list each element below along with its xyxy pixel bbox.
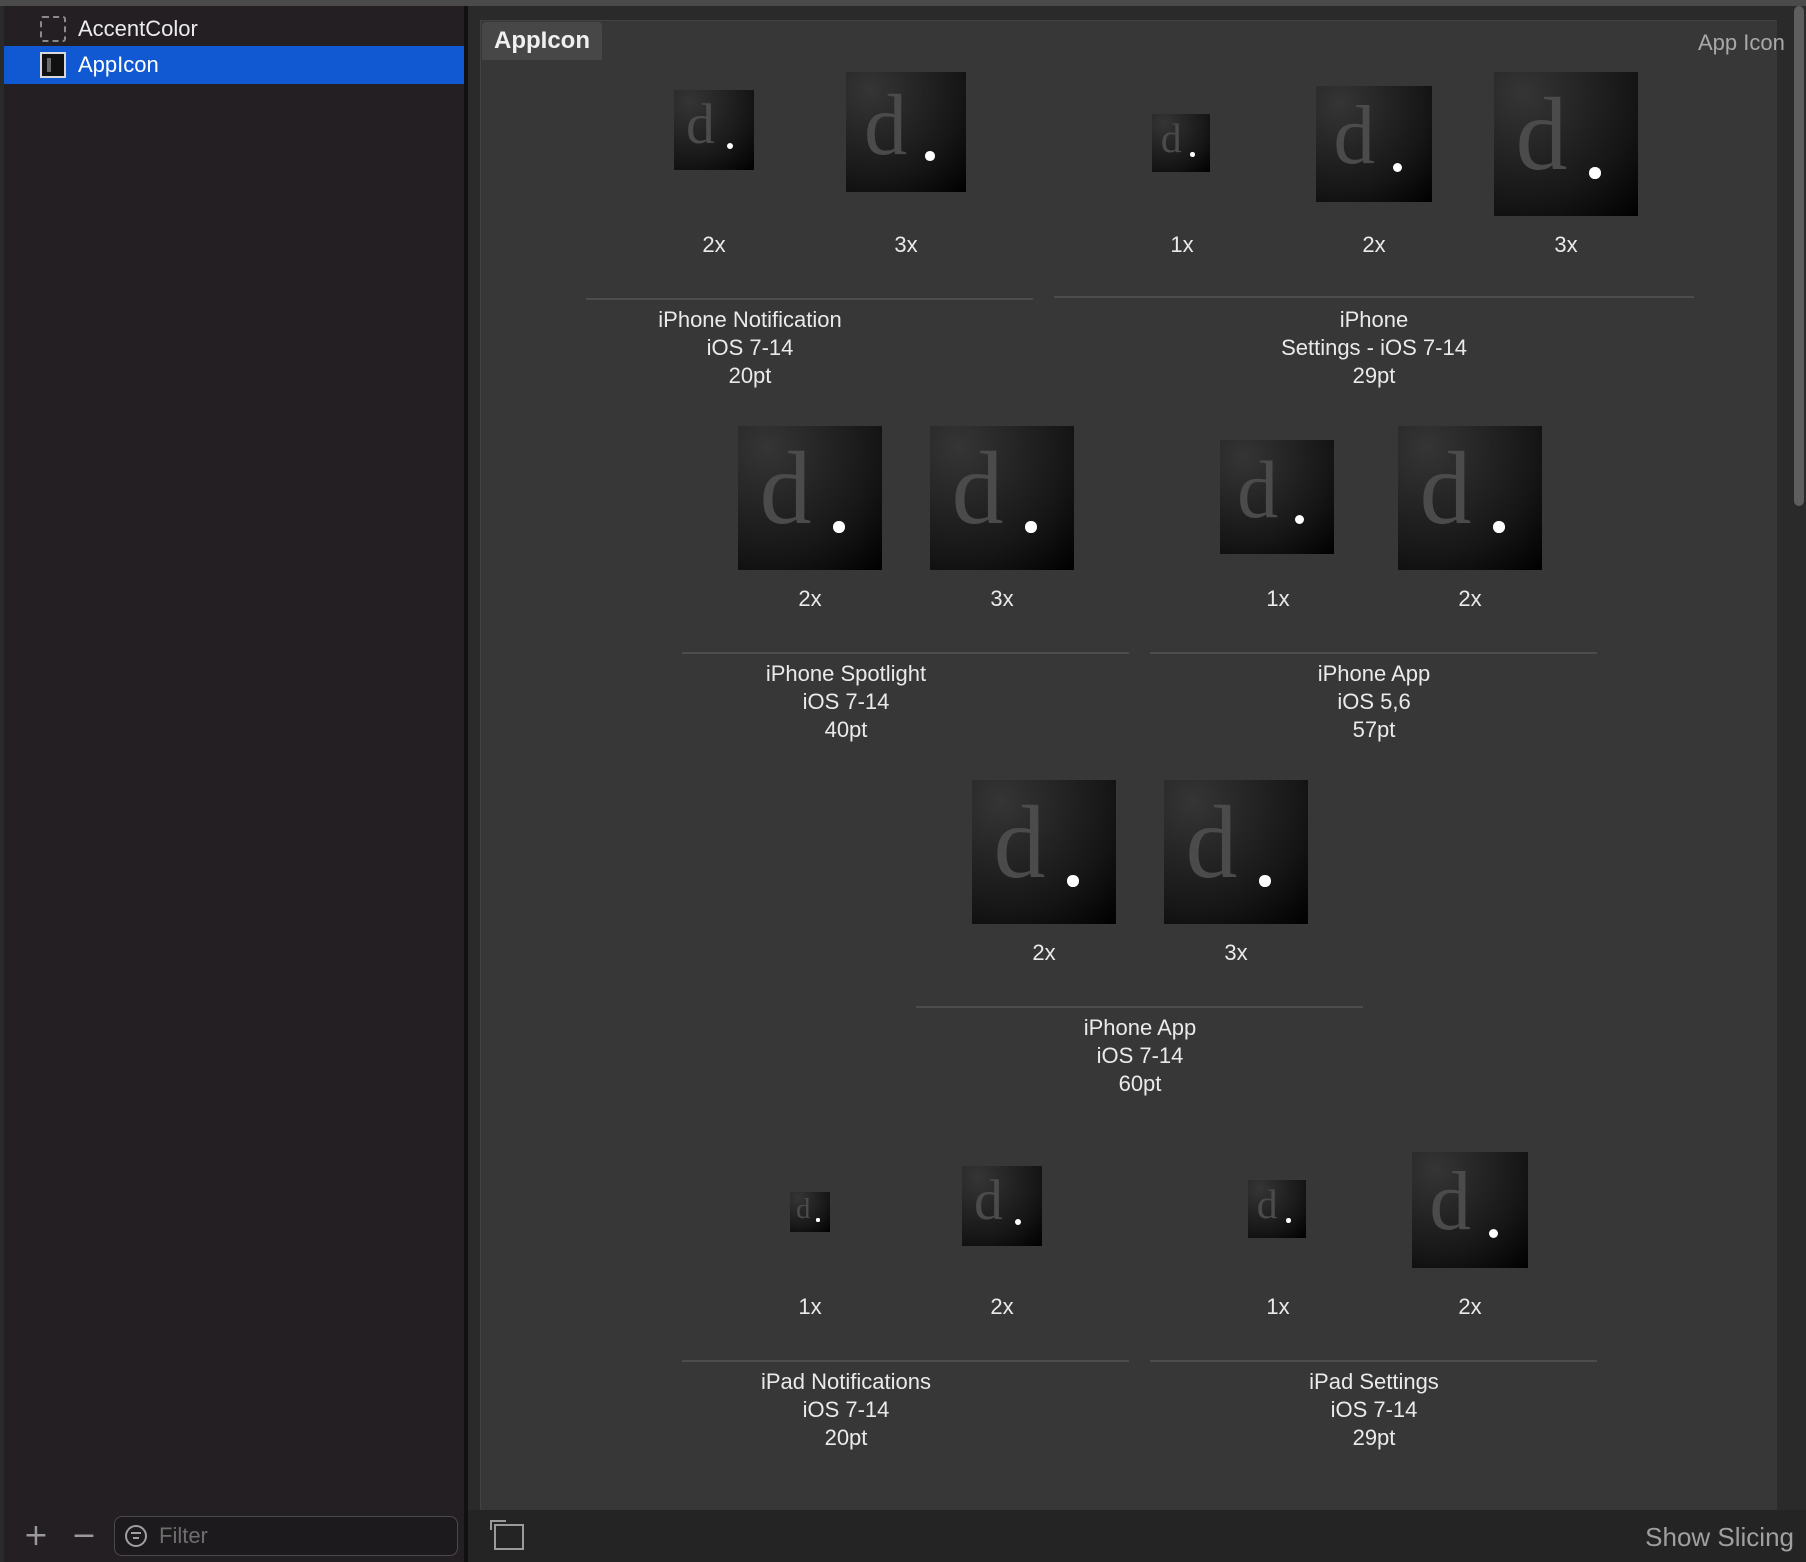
color-set-icon bbox=[40, 16, 66, 42]
add-asset-button[interactable]: + bbox=[18, 1518, 54, 1553]
app-icon-image[interactable]: d bbox=[962, 1166, 1042, 1246]
icon-glyph: d bbox=[864, 76, 908, 173]
icon-group-title: iPad Settings iOS 7-14 29pt bbox=[1309, 1369, 1439, 1450]
group-divider bbox=[916, 1006, 1363, 1008]
icon-glyph: d bbox=[951, 431, 1004, 546]
group-divider bbox=[682, 652, 1129, 654]
icon-group-title: iPhone App iOS 5,6 57pt bbox=[1317, 661, 1431, 742]
icon-dot bbox=[1295, 515, 1305, 525]
icon-glyph: d bbox=[1237, 444, 1279, 536]
asset-sidebar: AccentColor AppIcon bbox=[0, 6, 466, 1562]
icon-dot bbox=[1067, 875, 1079, 887]
app-icon-image[interactable]: d bbox=[930, 426, 1074, 570]
icon-dot bbox=[1286, 1218, 1291, 1223]
app-icon-image[interactable]: d bbox=[1220, 440, 1334, 554]
sidebar-item-accentcolor[interactable]: AccentColor bbox=[4, 10, 464, 48]
icon-dot bbox=[1488, 1228, 1498, 1238]
scale-label: 2x bbox=[990, 1294, 1014, 1319]
app-icon-image[interactable]: d bbox=[738, 426, 882, 570]
icon-dot bbox=[1493, 521, 1505, 533]
app-icon-image[interactable]: d bbox=[674, 90, 754, 170]
icon-dot bbox=[1259, 875, 1271, 887]
vertical-scrollbar[interactable] bbox=[1794, 6, 1804, 506]
icon-dot bbox=[833, 521, 845, 533]
scale-label: 1x bbox=[1170, 232, 1194, 257]
app-icon-set-icon bbox=[40, 52, 66, 78]
scale-label: 3x bbox=[990, 586, 1014, 611]
icon-dot bbox=[1190, 152, 1195, 157]
filter-field[interactable] bbox=[114, 1516, 458, 1556]
icon-dot bbox=[925, 151, 935, 161]
sidebar-bottom-bar: + − bbox=[4, 1510, 464, 1562]
scale-label: 2x bbox=[1458, 586, 1482, 611]
app-icon-image[interactable]: d bbox=[1412, 1152, 1528, 1268]
scale-label: 2x bbox=[798, 586, 822, 611]
icon-group-title: iPhone Spotlight iOS 7-14 40pt bbox=[765, 661, 927, 742]
app-icon-image[interactable]: d bbox=[1152, 114, 1210, 172]
icon-glyph: d bbox=[1160, 115, 1182, 162]
scale-label: 2x bbox=[702, 232, 726, 257]
app-icon-image[interactable]: d bbox=[790, 1192, 830, 1232]
app-icon-image[interactable]: d bbox=[972, 780, 1116, 924]
scale-label: 2x bbox=[1032, 940, 1056, 965]
icon-glyph: d bbox=[1515, 77, 1568, 192]
icon-group-title: iPhone Settings - iOS 7-14 29pt bbox=[1281, 307, 1467, 388]
group-divider bbox=[682, 1360, 1129, 1362]
scale-label: 2x bbox=[1458, 1294, 1482, 1319]
icon-glyph: d bbox=[796, 1193, 811, 1226]
editor-bottom-bar: Show Slicing bbox=[468, 1510, 1806, 1562]
icon-glyph: d bbox=[686, 93, 715, 157]
icon-group-title: iPad Notifications iOS 7-14 20pt bbox=[761, 1369, 931, 1450]
scale-label: 1x bbox=[1266, 1294, 1290, 1319]
app-icon-image[interactable]: d bbox=[846, 72, 966, 192]
scale-label: 3x bbox=[1224, 940, 1248, 965]
scale-label: 3x bbox=[1554, 232, 1578, 257]
set-name-tab: AppIcon bbox=[482, 22, 602, 60]
sidebar-item-appicon[interactable]: AppIcon bbox=[4, 46, 464, 84]
group-divider bbox=[586, 298, 1033, 300]
icon-glyph: d bbox=[993, 785, 1046, 900]
icon-dot bbox=[726, 142, 734, 150]
group-divider bbox=[1054, 296, 1694, 298]
icon-glyph: d bbox=[1333, 90, 1376, 183]
icon-glyph: d bbox=[1419, 431, 1472, 546]
asset-editor: AppIcon App Icon d 2x d 3x iPhone Notificati… bbox=[468, 6, 1806, 1510]
sidebar-edge bbox=[0, 6, 4, 1562]
show-slicing-button[interactable]: Show Slicing bbox=[1645, 1522, 1794, 1553]
icon-glyph: d bbox=[974, 1169, 1003, 1233]
scale-label: 2x bbox=[1362, 232, 1386, 257]
app-icon-image[interactable]: d bbox=[1248, 1180, 1306, 1238]
filter-input[interactable] bbox=[157, 1522, 441, 1550]
group-divider bbox=[1150, 1360, 1597, 1362]
set-type-label: App Icon bbox=[1698, 30, 1785, 55]
icon-dot bbox=[1014, 1218, 1022, 1226]
slicing-icon[interactable] bbox=[490, 1520, 524, 1550]
sidebar-item-label: AccentColor bbox=[78, 16, 198, 41]
scale-label: 3x bbox=[894, 232, 918, 257]
icon-dot bbox=[1025, 521, 1037, 533]
scale-label: 1x bbox=[798, 1294, 822, 1319]
icon-group-title: iPhone Notification iOS 7-14 20pt bbox=[658, 307, 842, 388]
icon-dot bbox=[1392, 162, 1402, 172]
icon-dot bbox=[816, 1218, 820, 1222]
icon-glyph: d bbox=[1429, 1156, 1472, 1249]
set-name: AppIcon bbox=[494, 27, 590, 54]
app-icon-image[interactable]: d bbox=[1494, 72, 1638, 216]
app-icon-image[interactable]: d bbox=[1164, 780, 1308, 924]
app-icon-image[interactable]: d bbox=[1398, 426, 1542, 570]
scale-label: 1x bbox=[1266, 586, 1290, 611]
sidebar-item-label: AppIcon bbox=[78, 52, 159, 77]
app-icon-image[interactable]: d bbox=[1316, 86, 1432, 202]
icon-group-title: iPhone App iOS 7-14 60pt bbox=[1083, 1015, 1197, 1096]
icon-glyph: d bbox=[1256, 1181, 1278, 1228]
icon-dot bbox=[1589, 167, 1601, 179]
filter-icon bbox=[125, 1525, 147, 1547]
remove-asset-button[interactable]: − bbox=[66, 1518, 102, 1553]
group-divider bbox=[1150, 652, 1597, 654]
icon-glyph: d bbox=[759, 431, 812, 546]
icon-glyph: d bbox=[1185, 785, 1238, 900]
